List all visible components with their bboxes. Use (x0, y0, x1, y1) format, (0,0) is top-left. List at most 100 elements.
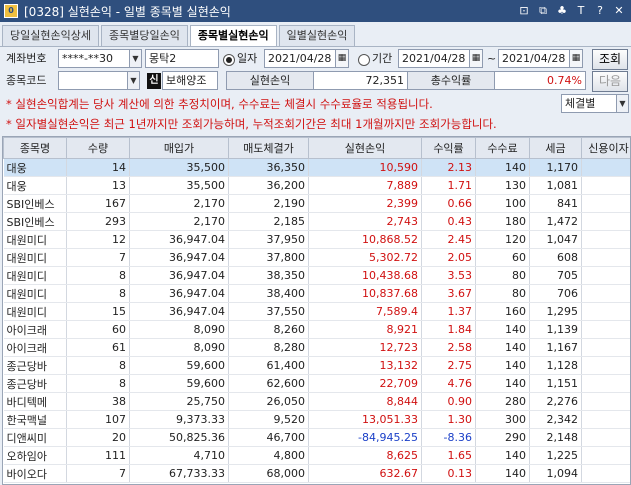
col-header[interactable]: 매도체결가 (228, 137, 309, 159)
help-icon[interactable]: ? (592, 3, 608, 19)
cell-rate: 2.75 (421, 356, 476, 375)
realized-value: 72,351 (313, 71, 408, 90)
query-button[interactable]: 조회 (592, 49, 628, 70)
table-row[interactable]: 대원미디 15 36,947.04 37,550 7,589.4 1.37 160 1,295 (3, 302, 630, 321)
radio-day[interactable] (223, 54, 235, 66)
table-row[interactable]: SBI인베스 293 2,170 2,185 2,743 0.43 180 1,472 (3, 212, 630, 231)
code-label: 종목코드 (6, 74, 47, 87)
app-icon: 0 (4, 4, 18, 18)
realized-label: 실현손익 (226, 71, 314, 90)
cell-buy: 8,090 (129, 320, 229, 339)
col-header[interactable]: 매입가 (129, 137, 229, 159)
cell-sell: 61,400 (228, 356, 309, 375)
code-dropdown-icon[interactable]: ▼ (127, 71, 140, 90)
cell-name: 대원미디 (3, 302, 67, 321)
table-row[interactable]: 아이크래 61 8,090 8,280 12,723 2.58 140 1,167 (3, 338, 630, 357)
table-row[interactable]: 한국맥널 107 9,373.33 9,520 13,051.33 1.30 300 2,34… (3, 410, 630, 429)
tab-stock-daily[interactable]: 종목별당일손익 (100, 25, 188, 46)
cell-buy: 36,947.04 (129, 302, 229, 321)
table-row[interactable]: 대원미디 8 36,947.04 38,400 10,837.68 3.67 80 706 (3, 284, 630, 303)
radio-period[interactable] (358, 54, 370, 66)
table-row[interactable]: 대웅 13 35,500 36,200 7,889 1.71 130 1,081 (3, 176, 630, 195)
cell-sell: 26,050 (228, 392, 309, 411)
cell-name: 바이오다 (3, 464, 67, 483)
tab-daily-detail[interactable]: 당일실현손익상세 (2, 25, 99, 46)
font-size-icon[interactable]: T (573, 3, 589, 19)
screen-save-icon[interactable]: ⊡ (516, 3, 532, 19)
cell-fee: 140 (475, 338, 530, 357)
table-row[interactable]: 디앤씨미 20 50,825.36 46,700 -84,945.25 -8.36 290 2… (3, 428, 630, 447)
table-row[interactable]: 바디텍메 38 25,750 26,050 8,844 0.90 280 2,276 (3, 392, 630, 411)
cell-pnl: 7,589.4 (308, 302, 422, 321)
cell-tax: 705 (529, 266, 582, 285)
cell-name: 대원미디 (3, 230, 67, 249)
cell-sell: 8,280 (228, 338, 309, 357)
col-header[interactable]: 수익률 (421, 137, 476, 159)
cell-fee: 160 (475, 302, 530, 321)
cell-rate: 0.13 (421, 464, 476, 483)
table-row[interactable]: 종근당바 8 59,600 61,400 13,132 2.75 140 1,128 (3, 356, 630, 375)
cell-qty: 7 (66, 464, 130, 483)
table-row[interactable]: SBI인베스 167 2,170 2,190 2,399 0.66 100 841 (3, 194, 630, 213)
sort-dropdown-icon[interactable]: ▼ (616, 94, 629, 113)
table-row[interactable]: 대원미디 12 36,947.04 37,950 10,868.52 2.45 120 1,0… (3, 230, 630, 249)
table-row[interactable]: 아이크래 60 8,090 8,260 8,921 1.84 140 1,139 (3, 320, 630, 339)
cell-pnl: 632.67 (308, 464, 422, 483)
cell-name: SBI인베스 (3, 212, 67, 231)
cell-credit-interest (581, 266, 630, 285)
day-date-field[interactable]: 2021/04/28 (264, 49, 336, 68)
cell-qty: 60 (66, 320, 130, 339)
account-field[interactable]: ****-**30 (58, 49, 130, 68)
calendar-icon[interactable]: ▦ (335, 49, 349, 68)
table-row[interactable]: 종근당바 8 59,600 62,600 22,709 4.76 140 1,151 (3, 374, 630, 393)
calendar-icon[interactable]: ▦ (569, 49, 583, 68)
account-dropdown-icon[interactable]: ▼ (129, 49, 142, 68)
cell-buy: 36,947.04 (129, 248, 229, 267)
table-row[interactable]: 대웅 14 35,500 36,350 10,590 2.13 140 1,170 (3, 158, 630, 177)
club-icon[interactable]: ♣ (554, 3, 570, 19)
col-header[interactable]: 수량 (66, 137, 130, 159)
col-header[interactable]: 수수료 (475, 137, 530, 159)
period-from-field[interactable]: 2021/04/28 (398, 49, 470, 68)
new-badge-icon[interactable]: 신 (147, 73, 161, 89)
cell-tax: 1,094 (529, 464, 582, 483)
tab-daily-realized[interactable]: 일별실현손익 (278, 25, 356, 46)
cell-rate: 0.90 (421, 392, 476, 411)
cell-tax: 841 (529, 194, 582, 213)
cell-sell: 4,800 (228, 446, 309, 465)
cell-sell: 36,200 (228, 176, 309, 195)
cell-credit-interest (581, 176, 630, 195)
tab-stock-realized[interactable]: 종목별실현손익 (189, 25, 277, 47)
cell-qty: 111 (66, 446, 130, 465)
col-header[interactable]: 실현손익 (308, 137, 422, 159)
table-row[interactable]: 대원미디 8 36,947.04 38,350 10,438.68 3.53 80 705 (3, 266, 630, 285)
cell-qty: 12 (66, 230, 130, 249)
col-header[interactable]: 신용이자 (581, 137, 630, 159)
realized-grid[interactable]: 종목명 수량 매입가 매도체결가 실현손익 수익률 수수료 세금 신용이자 대웅… (2, 136, 631, 485)
cell-sell: 8,260 (228, 320, 309, 339)
cell-pnl: 8,844 (308, 392, 422, 411)
notice-period: * 일자별실현손익은 최근 1년까지만 조회가능하며, 누적조회기간은 최대 1… (6, 117, 497, 131)
link-window-icon[interactable]: ⧉ (535, 3, 551, 19)
cell-sell: 37,950 (228, 230, 309, 249)
table-row[interactable]: 바이오다 7 67,733.33 68,000 632.67 0.13 140 1,094 (3, 464, 630, 483)
table-row[interactable]: 대원미디 7 36,947.04 37,800 5,302.72 2.05 60 608 (3, 248, 630, 267)
cell-rate: 2.13 (421, 158, 476, 177)
realized-table: 종목명 수량 매입가 매도체결가 실현손익 수익률 수수료 세금 신용이자 대웅… (3, 137, 630, 483)
code-field[interactable] (58, 71, 128, 90)
cell-name: 종근당바 (3, 356, 67, 375)
close-icon[interactable]: ✕ (611, 3, 627, 19)
period-to-field[interactable]: 2021/04/28 (498, 49, 570, 68)
cell-buy: 8,090 (129, 338, 229, 357)
cell-name: 오하임아 (3, 446, 67, 465)
calendar-icon[interactable]: ▦ (469, 49, 483, 68)
col-header[interactable]: 세금 (529, 137, 582, 159)
sort-select[interactable]: 체결별 (561, 94, 617, 113)
cell-credit-interest (581, 230, 630, 249)
table-row[interactable]: 오하임아 111 4,710 4,800 8,625 1.65 140 1,225 (3, 446, 630, 465)
next-button[interactable]: 다음 (592, 71, 628, 92)
cell-credit-interest (581, 374, 630, 393)
col-header[interactable]: 종목명 (3, 137, 67, 159)
cell-credit-interest (581, 284, 630, 303)
cell-sell: 38,350 (228, 266, 309, 285)
